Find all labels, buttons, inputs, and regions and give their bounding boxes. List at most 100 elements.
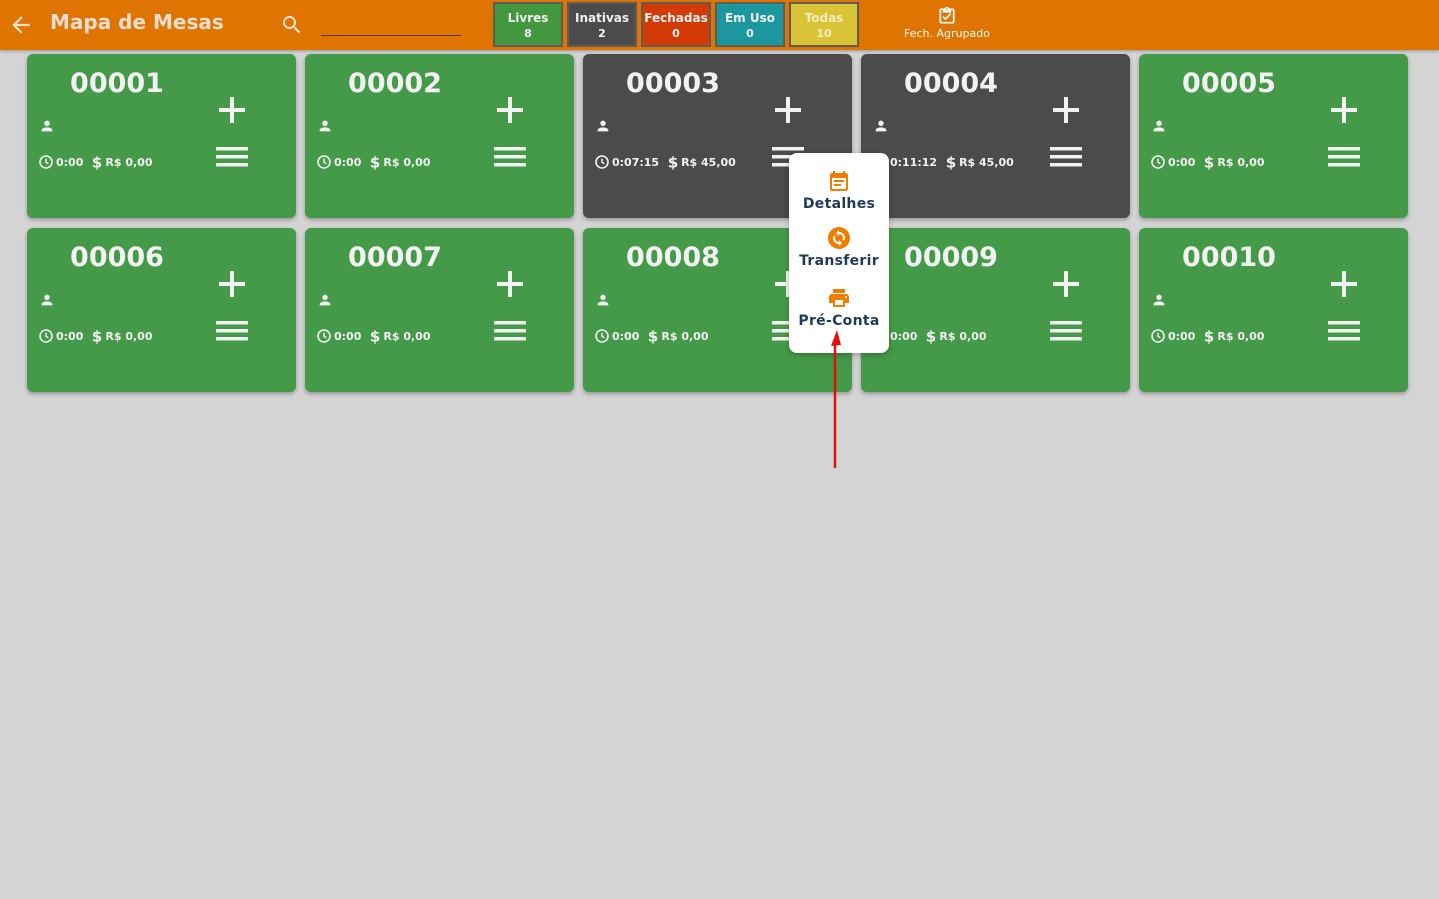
clock-icon	[595, 155, 609, 169]
grouped-close-label: Fech. Agrupado	[904, 27, 990, 40]
dollar-icon: $	[946, 154, 957, 170]
filter-label: Em Uso	[724, 11, 775, 25]
table-card[interactable]: 00009 0:00 $ R$ 0,00	[861, 228, 1130, 392]
table-context-menu: Detalhes Transferir Pré-Conta	[789, 153, 889, 353]
table-card[interactable]: 00010 0:00 $ R$ 0,00	[1139, 228, 1408, 392]
menu-icon[interactable]	[216, 318, 248, 344]
table-amount: R$ 0,00	[1217, 155, 1265, 169]
dollar-icon: $	[926, 328, 937, 344]
top-app-bar: Mapa de Mesas Livres 8 Inativas 2 Fechad…	[0, 0, 1439, 50]
filter-label: Livres	[507, 11, 549, 25]
table-card[interactable]: 00002 0:00 $ R$ 0,00	[305, 54, 574, 218]
menu-icon[interactable]	[216, 144, 248, 170]
search-input[interactable]	[321, 14, 461, 36]
table-card[interactable]: 00007 0:00 $ R$ 0,00	[305, 228, 574, 392]
table-amount: R$ 0,00	[105, 329, 153, 343]
clock-icon	[1151, 329, 1165, 343]
menu-item-label: Transferir	[799, 253, 879, 269]
table-amount: R$ 0,00	[1217, 329, 1265, 343]
table-amount: R$ 0,00	[383, 155, 431, 169]
dollar-icon: $	[370, 154, 381, 170]
svg-text:$: $	[946, 154, 957, 170]
table-time: 0:07:15	[612, 155, 660, 169]
svg-text:$: $	[1204, 154, 1215, 170]
table-number: 00003	[626, 68, 720, 99]
add-icon[interactable]	[1328, 268, 1360, 300]
menu-icon[interactable]	[1328, 318, 1360, 344]
menu-item-label: Pré-Conta	[798, 313, 880, 329]
filter-livres-button[interactable]: Livres 8	[493, 2, 563, 47]
svg-text:$: $	[926, 328, 937, 344]
dollar-icon: $	[370, 328, 381, 344]
svg-text:$: $	[370, 154, 381, 170]
add-icon[interactable]	[216, 268, 248, 300]
person-icon	[597, 120, 609, 132]
filter-count: 0	[672, 27, 680, 40]
person-icon	[1153, 294, 1165, 306]
table-card[interactable]: 00004 0:11:12 $ R$ 45,00	[861, 54, 1130, 218]
table-number: 00002	[348, 68, 442, 99]
table-number: 00005	[1182, 68, 1276, 99]
table-card[interactable]: 00006 0:00 $ R$ 0,00	[27, 228, 296, 392]
filter-fechadas-button[interactable]: Fechadas 0	[641, 2, 711, 47]
person-icon	[319, 294, 331, 306]
svg-text:$: $	[370, 328, 381, 344]
add-icon[interactable]	[1328, 94, 1360, 126]
add-icon[interactable]	[1050, 268, 1082, 300]
table-info: 0:00 $ R$ 0,00	[38, 154, 152, 170]
calendar-icon	[830, 171, 848, 191]
svg-text:$: $	[1204, 328, 1215, 344]
svg-text:$: $	[668, 154, 679, 170]
filter-count: 2	[598, 27, 606, 40]
menu-icon[interactable]	[494, 144, 526, 170]
menu-item-pre-conta[interactable]: Pré-Conta	[789, 286, 889, 329]
filter-label: Inativas	[574, 11, 630, 25]
table-time: 0:11:12	[890, 155, 938, 169]
filter-em-uso-button[interactable]: Em Uso 0	[715, 2, 785, 47]
dollar-icon: $	[668, 154, 679, 170]
dollar-icon: $	[1204, 154, 1215, 170]
clock-icon	[595, 329, 609, 343]
table-number: 00008	[626, 242, 720, 273]
back-arrow-icon[interactable]	[8, 12, 34, 38]
table-number: 00006	[70, 242, 164, 273]
table-card[interactable]: 00005 0:00 $ R$ 0,00	[1139, 54, 1408, 218]
table-time: 0:00	[890, 329, 918, 343]
menu-item-detalhes[interactable]: Detalhes	[789, 169, 889, 212]
add-icon[interactable]	[1050, 94, 1082, 126]
filter-inativas-button[interactable]: Inativas 2	[567, 2, 637, 47]
table-card[interactable]: 00001 0:00 $ R$ 0,00	[27, 54, 296, 218]
grouped-close-button[interactable]: Fech. Agrupado	[898, 4, 996, 46]
table-info: 0:00 $ R$ 0,00	[316, 328, 430, 344]
add-icon[interactable]	[494, 268, 526, 300]
filter-count: 10	[816, 27, 832, 40]
search-icon[interactable]	[280, 13, 304, 37]
filter-count: 0	[746, 27, 754, 40]
table-info: 0:00 $ R$ 0,00	[1150, 154, 1264, 170]
filter-todas-button[interactable]: Todas 10	[789, 2, 859, 47]
table-info: 0:07:15 $ R$ 45,00	[594, 154, 736, 170]
clipboard-check-icon	[939, 6, 955, 24]
table-info: 0:11:12 $ R$ 45,00	[872, 154, 1014, 170]
menu-icon[interactable]	[1050, 144, 1082, 170]
menu-item-transferir[interactable]: Transferir	[789, 226, 889, 269]
table-info: 0:00 $ R$ 0,00	[1150, 328, 1264, 344]
dollar-icon: $	[648, 328, 659, 344]
table-time: 0:00	[612, 329, 640, 343]
person-icon	[41, 120, 53, 132]
menu-icon[interactable]	[1328, 144, 1360, 170]
clock-icon	[317, 155, 331, 169]
table-amount: R$ 0,00	[939, 329, 987, 343]
menu-icon[interactable]	[494, 318, 526, 344]
clock-icon	[1151, 155, 1165, 169]
filter-count: 8	[524, 27, 532, 40]
menu-icon[interactable]	[1050, 318, 1082, 344]
add-icon[interactable]	[772, 94, 804, 126]
table-number: 00001	[70, 68, 164, 99]
annotation-arrow-icon	[831, 330, 841, 468]
add-icon[interactable]	[216, 94, 248, 126]
dollar-icon: $	[92, 328, 103, 344]
table-amount: R$ 0,00	[661, 329, 709, 343]
add-icon[interactable]	[494, 94, 526, 126]
svg-text:$: $	[648, 328, 659, 344]
